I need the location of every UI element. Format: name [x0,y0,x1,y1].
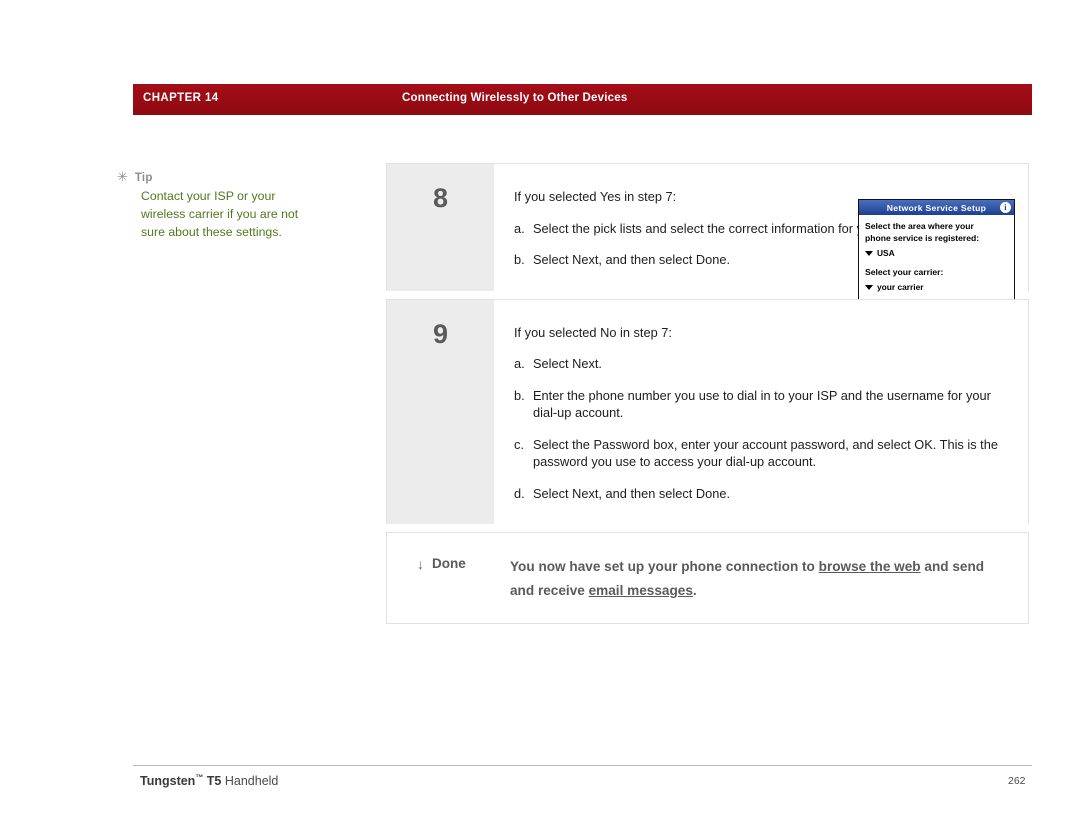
browse-the-web-link[interactable]: browse the web [819,559,921,574]
carrier-picklist[interactable]: your carrier [865,282,1008,294]
chapter-label: CHAPTER 14 [143,92,219,104]
tip-heading: ✳ Tip [117,169,317,185]
substep-list: a. Select Next. b. Enter the phone numbe… [514,355,1014,502]
substep-letter: a. [514,220,525,236]
list-item: b. Enter the phone number you use to dia… [514,387,1014,422]
footer-brand: Tungsten [140,774,196,789]
dialog-body: Select the area where your phone service… [859,215,1014,294]
area-picklist-value: USA [877,248,895,258]
down-arrow-icon: ↓ [417,555,424,572]
page-number: 262 [1008,775,1026,787]
carrier-prompt: Select your carrier: [865,266,944,277]
area-picklist[interactable]: USA [865,248,1008,260]
tip-block: ✳ Tip Contact your ISP or your wireless … [117,170,317,241]
step-body: If you selected No in step 7: a. Select … [494,300,1028,525]
list-item: c. Select the Password box, enter your a… [514,436,1014,471]
list-item: a. Select Next. [514,355,1014,373]
substep-letter: a. [514,356,525,371]
step-number: 8 [432,183,449,213]
done-text-part1: You now have set up your phone connectio… [510,559,819,574]
chapter-title: Connecting Wirelessly to Other Devices [402,92,628,104]
chevron-down-icon [865,251,873,257]
done-label: Done [432,556,466,571]
tip-body: Contact your ISP or your wireless carrie… [141,189,299,239]
substep-text: Select Next. [533,356,602,371]
tip-label: Tip [134,172,153,184]
done-description: You now have set up your phone connectio… [510,555,1010,603]
asterisk-icon: ✳ [117,169,128,184]
dialog-titlebar: Network Service Setup i [859,200,1014,215]
substep-text: Enter the phone number you use to dial i… [533,387,991,421]
substep-text: Select Next, and then select Done. [533,485,731,501]
email-messages-link[interactable]: email messages [589,583,693,598]
substep-letter: b. [514,387,525,403]
substep-letter: d. [514,485,525,501]
step-row: 9 If you selected No in step 7: a. Selec… [386,298,1029,525]
row-separator [386,524,1029,532]
dialog-title: Network Service Setup [886,202,987,213]
step-number: 9 [432,318,449,349]
footer-divider [133,765,1032,766]
list-item: d. Select Next, and then select Done. [514,485,1014,503]
footer-model: T5 [203,774,222,789]
carrier-picklist-value: your carrier [877,282,924,292]
step-number-cell: 9 [387,299,494,524]
area-prompt-line1: Select the area where your [865,221,974,231]
chevron-down-icon [865,285,873,291]
info-icon: i [1000,202,1011,213]
step-lead-text: If you selected No in step 7: [514,324,672,340]
step-number-cell: 8 [387,164,494,291]
substep-text: Select the Password box, enter your acco… [533,436,998,470]
done-row: ↓ Done You now have set up your phone co… [386,532,1029,624]
steps-panel: 8 If you selected Yes in step 7: a. Sele… [386,163,1029,624]
footer-suffix: Handheld [221,774,279,789]
step-row: 8 If you selected Yes in step 7: a. Sele… [386,163,1029,351]
substep-letter: c. [514,436,524,452]
done-text-part3: . [692,583,697,598]
substep-letter: b. [514,252,525,267]
done-marker: ↓ Done [401,555,510,571]
area-prompt-line2: phone service is registered: [865,232,980,243]
footer-product: Tungsten™ T5 Handheld [140,773,278,788]
